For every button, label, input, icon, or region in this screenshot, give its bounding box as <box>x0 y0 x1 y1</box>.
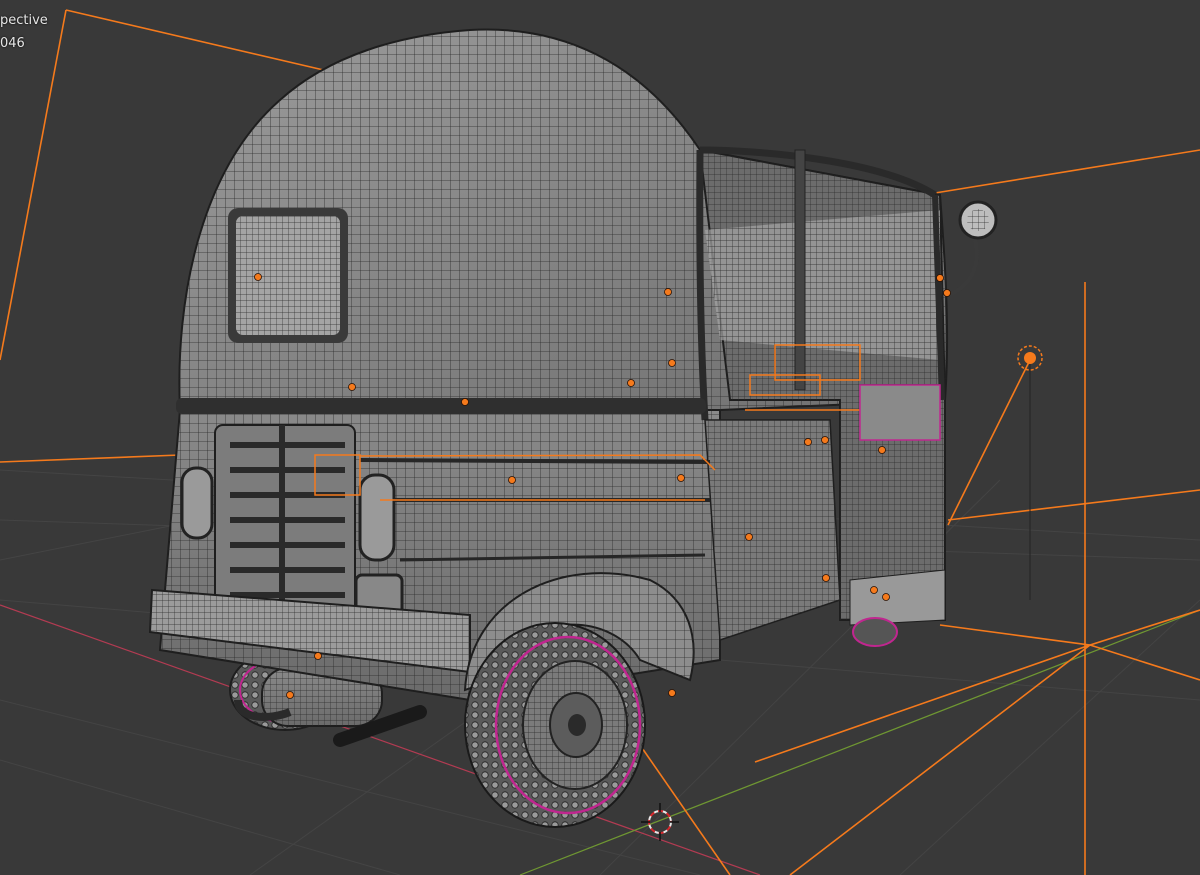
rickshaw-body <box>148 28 949 702</box>
view-mode-label: pective <box>0 13 48 28</box>
right-rear-wheel <box>464 622 646 828</box>
3d-viewport[interactable]: pective 046 <box>0 0 1200 875</box>
front-wheel <box>852 617 898 647</box>
object-info-label: 046 <box>0 36 25 51</box>
side-mirror <box>947 200 998 297</box>
